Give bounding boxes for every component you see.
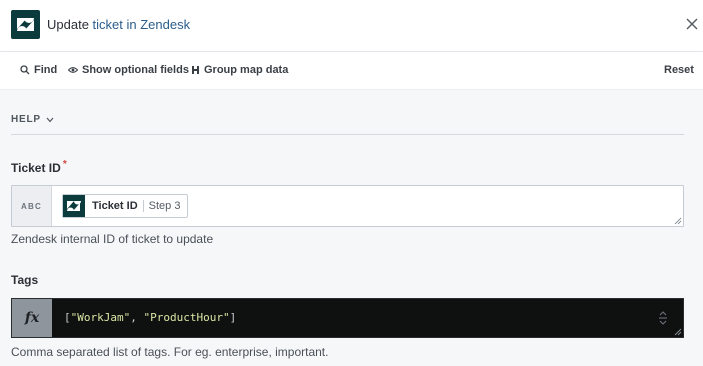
help-toggle[interactable]: HELP bbox=[11, 114, 54, 125]
tags-label: Tags bbox=[11, 273, 39, 287]
find-button[interactable]: Find bbox=[20, 64, 57, 76]
chevron-down-icon bbox=[46, 117, 54, 122]
help-divider bbox=[11, 134, 684, 135]
formula-code: ["WorkJam", "ProductHour"] bbox=[64, 311, 236, 324]
title-prefix: Update bbox=[47, 17, 89, 32]
zendesk-pill-icon bbox=[63, 195, 85, 217]
ticket-id-hint: Zendesk internal ID of ticket to update bbox=[11, 232, 214, 246]
pill-separator bbox=[142, 200, 144, 212]
code-resize-handle-icon[interactable] bbox=[674, 328, 682, 336]
help-label: HELP bbox=[11, 114, 41, 125]
group-map-label: Group map data bbox=[204, 64, 289, 76]
tags-formula-input[interactable]: fx ["WorkJam", "ProductHour"] bbox=[11, 298, 684, 338]
text-type-badge: ABC bbox=[12, 186, 52, 226]
zendesk-logo-icon bbox=[11, 10, 40, 39]
resize-handle-icon[interactable] bbox=[674, 217, 682, 225]
formula-bracket-open: [ bbox=[64, 311, 71, 324]
formula-mode-badge[interactable]: fx bbox=[12, 299, 52, 337]
search-icon bbox=[20, 65, 30, 75]
close-button[interactable] bbox=[684, 16, 700, 32]
tags-hint: Comma separated list of tags. For eg. en… bbox=[11, 345, 329, 359]
ticket-id-label-text: Ticket ID bbox=[11, 161, 61, 175]
pill-step: Step 3 bbox=[148, 200, 181, 212]
title-app-link[interactable]: ticket in Zendesk bbox=[93, 17, 191, 32]
expand-editor-icon[interactable] bbox=[657, 311, 669, 325]
datapill-ticket-id[interactable]: Ticket ID Step 3 bbox=[62, 194, 189, 218]
reset-button[interactable]: Reset bbox=[664, 64, 694, 76]
ticket-id-label: Ticket ID * bbox=[11, 159, 67, 175]
pill-label: Ticket ID bbox=[92, 200, 138, 212]
eye-icon bbox=[68, 67, 78, 73]
show-optional-fields-button[interactable]: Show optional fields bbox=[68, 64, 189, 76]
dialog-title: Update ticket in Zendesk bbox=[47, 17, 190, 32]
show-optional-label: Show optional fields bbox=[82, 64, 189, 76]
formula-string-2: "ProductHour" bbox=[143, 311, 230, 324]
formula-string-1: "WorkJam" bbox=[70, 311, 131, 324]
formula-separator: , bbox=[130, 311, 144, 324]
group-icon bbox=[192, 66, 199, 74]
find-label: Find bbox=[34, 64, 58, 76]
dialog-header: Update ticket in Zendesk bbox=[0, 0, 703, 52]
required-marker: * bbox=[62, 159, 67, 170]
ticket-id-input[interactable]: ABC Ticket ID Step 3 bbox=[11, 185, 684, 227]
toolbar: Find Show optional fields Group map data… bbox=[0, 52, 703, 90]
close-icon bbox=[686, 18, 698, 30]
form-content: HELP Ticket ID * ABC Ticket ID Step 3 Ze… bbox=[0, 90, 703, 366]
formula-bracket-close: ] bbox=[229, 311, 237, 324]
group-map-data-button[interactable]: Group map data bbox=[191, 64, 288, 76]
